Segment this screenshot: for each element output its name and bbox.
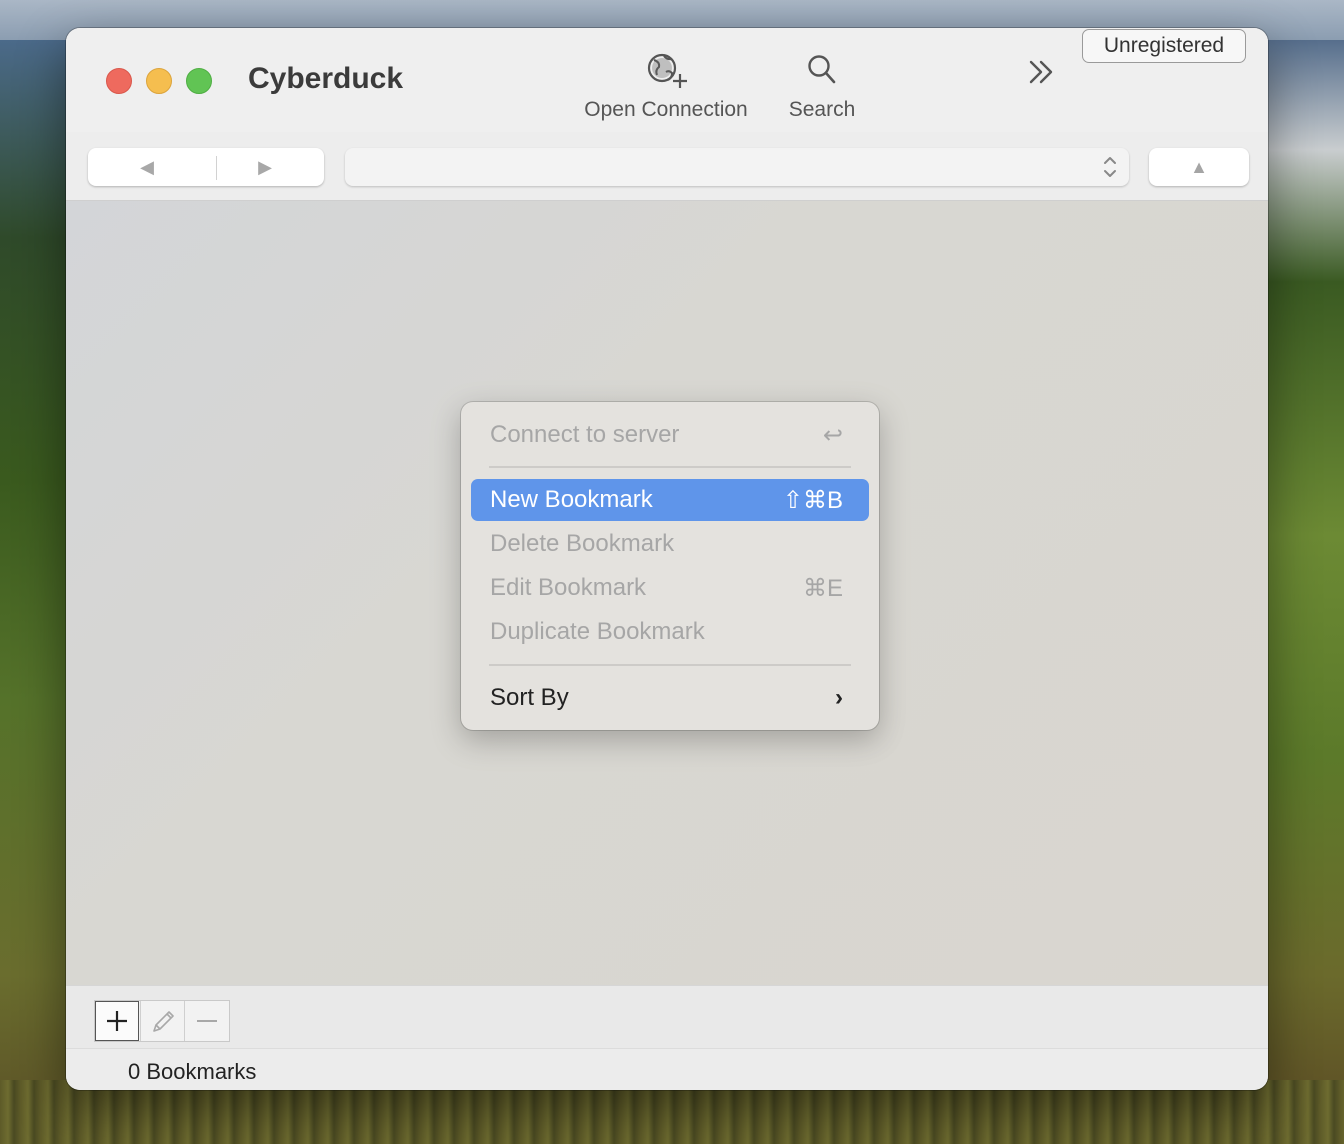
bookmark-button-group	[94, 1000, 230, 1042]
navigation-bar: ◀ ▶ ▲	[66, 132, 1268, 201]
return-key-icon: ↩	[822, 422, 843, 449]
open-connection-button[interactable]: Open Connection	[572, 50, 760, 122]
add-bookmark-button[interactable]	[95, 1001, 139, 1041]
menu-item-new-bookmark[interactable]: New Bookmark ⇧⌘B	[471, 479, 869, 521]
search-icon	[782, 50, 862, 90]
window-title: Cyberduck	[248, 62, 404, 95]
menu-item-connect-to-server: Connect to server ↩	[471, 414, 869, 456]
back-button[interactable]: ◀	[88, 148, 206, 186]
back-forward-segment: ◀ ▶	[88, 148, 324, 186]
minimize-window-button[interactable]	[146, 68, 172, 94]
unregistered-badge-button[interactable]: Unregistered	[1082, 29, 1246, 63]
back-arrow-icon: ◀	[140, 156, 154, 177]
menu-item-edit-bookmark: Edit Bookmark ⌘E	[471, 567, 869, 609]
parent-directory-button[interactable]: ▲	[1149, 148, 1249, 186]
chevron-up-down-icon	[1104, 157, 1116, 177]
menu-item-sort-by[interactable]: Sort By ›	[471, 677, 869, 719]
forward-arrow-icon: ▶	[258, 156, 272, 177]
bookmark-action-bar	[66, 985, 1268, 1048]
minus-icon	[197, 1020, 217, 1022]
status-bar: 0 Bookmarks	[66, 1048, 1268, 1090]
edit-bookmark-button[interactable]	[140, 1001, 185, 1041]
cyberduck-window: Cyberduck Open Connection Search Unregis…	[66, 28, 1268, 1090]
up-arrow-icon: ▲	[1190, 156, 1208, 177]
menu-separator	[489, 466, 851, 468]
pencil-icon	[153, 1011, 174, 1032]
open-connection-label: Open Connection	[584, 98, 748, 121]
menu-item-delete-bookmark: Delete Bookmark	[471, 523, 869, 565]
desktop-wallpaper-right	[1264, 40, 1344, 1140]
menu-item-label: Delete Bookmark	[490, 530, 675, 557]
search-button[interactable]: Search	[782, 50, 862, 122]
menu-item-shortcut: ⌘E	[802, 575, 843, 602]
path-popup-button[interactable]	[345, 148, 1129, 186]
desktop-wallpaper-left	[0, 40, 70, 1140]
close-window-button[interactable]	[106, 68, 132, 94]
menu-item-shortcut: ⇧⌘B	[782, 487, 843, 514]
menu-item-label: Edit Bookmark	[490, 574, 647, 601]
bookmark-list-area[interactable]: Connect to server ↩ New Bookmark ⇧⌘B Del…	[66, 201, 1268, 985]
menu-item-label: Connect to server	[490, 421, 680, 448]
menu-separator	[489, 664, 851, 666]
toolbar-overflow-button[interactable]	[1024, 56, 1060, 88]
remove-bookmark-button[interactable]	[184, 1001, 229, 1041]
title-toolbar: Cyberduck Open Connection Search Unregis…	[66, 28, 1268, 132]
context-menu: Connect to server ↩ New Bookmark ⇧⌘B Del…	[461, 402, 879, 730]
menu-item-label: Sort By	[490, 684, 569, 711]
plus-icon	[107, 1011, 127, 1031]
forward-button[interactable]: ▶	[206, 148, 324, 186]
menu-item-duplicate-bookmark: Duplicate Bookmark	[471, 611, 869, 653]
menu-item-label: Duplicate Bookmark	[490, 618, 705, 645]
zoom-window-button[interactable]	[186, 68, 212, 94]
search-label: Search	[788, 98, 856, 121]
bookmark-count: 0 Bookmarks	[128, 1059, 257, 1084]
chevron-double-right-icon	[1029, 60, 1053, 84]
menu-item-label: New Bookmark	[490, 486, 653, 513]
chevron-right-icon: ›	[835, 684, 843, 711]
globe-plus-icon	[572, 50, 760, 90]
